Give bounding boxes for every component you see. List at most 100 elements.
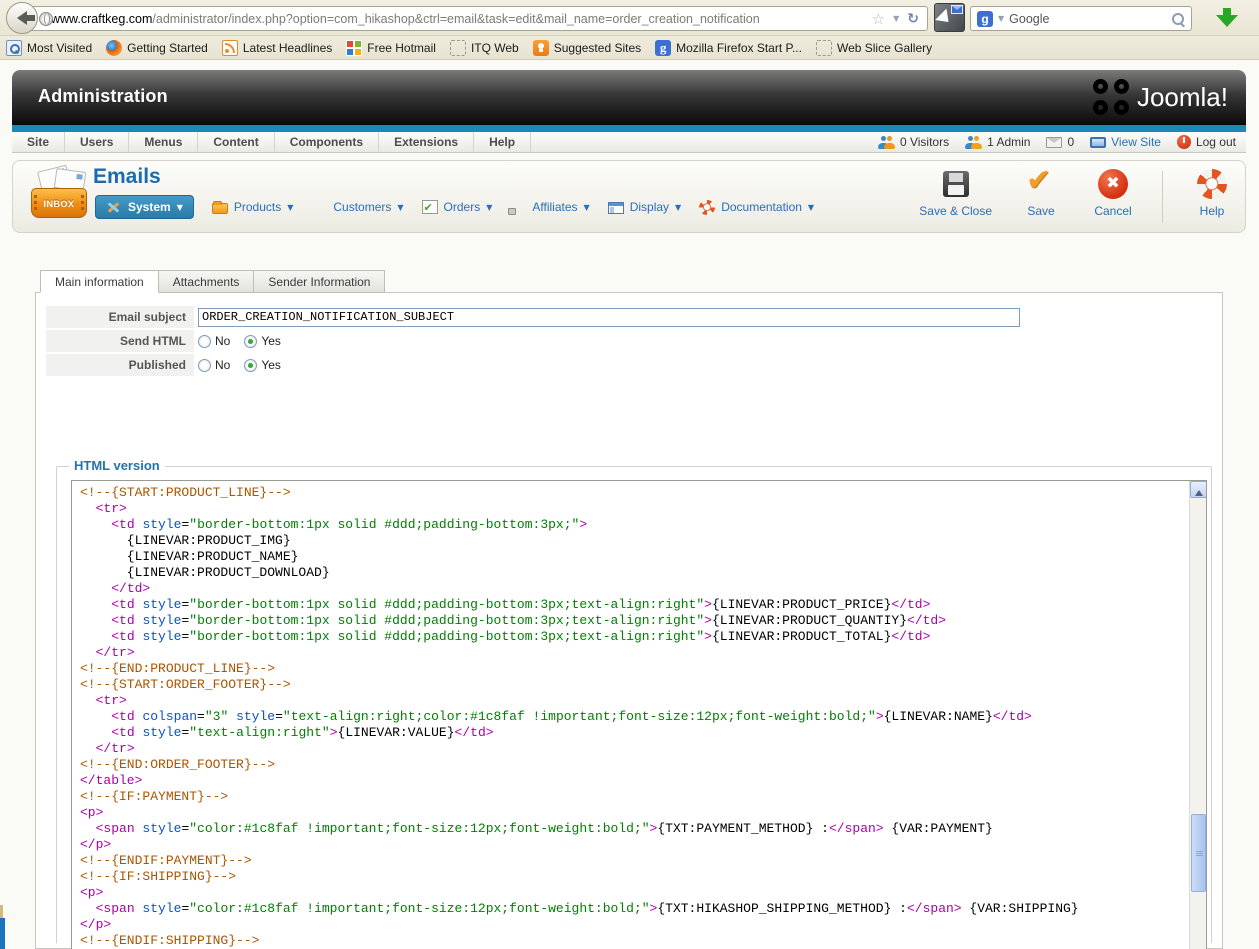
- messages-status[interactable]: 0: [1046, 135, 1074, 149]
- accent-bar: [12, 125, 1246, 132]
- url-history-dropdown-icon[interactable]: ▼: [893, 14, 899, 23]
- scrollbar-thumb[interactable]: [1191, 814, 1206, 892]
- bookmark-free-hotmail[interactable]: Free Hotmail: [346, 40, 436, 56]
- hikashop-menu-label: Customers: [333, 200, 391, 214]
- firefox-icon: [106, 40, 122, 56]
- code-line: </p>: [80, 837, 1189, 853]
- html-code-editor[interactable]: <!--{START:PRODUCT_LINE}--> <tr> <td sty…: [71, 480, 1207, 949]
- tab-attachments[interactable]: Attachments: [159, 270, 255, 293]
- search-box[interactable]: g ▼ Google: [970, 6, 1192, 31]
- menu-item-help[interactable]: Help: [474, 132, 531, 152]
- hikashop-menu-documentation[interactable]: Documentation▼: [699, 200, 814, 215]
- html-version-legend: HTML version: [69, 458, 165, 473]
- menu-item-site[interactable]: Site: [12, 132, 65, 152]
- browser-navigation-bar: www.craftkeg.com/administrator/index.php…: [0, 0, 1259, 36]
- bookmark-itq-web[interactable]: ITQ Web: [450, 40, 519, 56]
- bookmark-getting-started[interactable]: Getting Started: [106, 40, 208, 56]
- bookmark-most-visited[interactable]: Most Visited: [6, 40, 92, 56]
- hikashop-menu-label: Products: [234, 200, 281, 214]
- bookmark-star-icon[interactable]: ☆: [872, 10, 885, 28]
- menu-item-users[interactable]: Users: [65, 132, 129, 152]
- dashed-icon: [816, 40, 832, 56]
- code-line: <td colspan="3" style="text-align:right;…: [80, 709, 1189, 725]
- bookmark-latest-headlines[interactable]: Latest Headlines: [222, 40, 332, 56]
- google-engine-icon[interactable]: g: [977, 11, 993, 27]
- view-site-link[interactable]: View Site: [1090, 135, 1161, 149]
- chevron-down-icon: ▼: [397, 203, 403, 212]
- code-line: <!--{START:PRODUCT_LINE}-->: [80, 485, 1189, 501]
- bookmark-mozilla-firefox-start-p[interactable]: Mozilla Firefox Start P...: [655, 40, 802, 56]
- bookmark-web-slice-gallery[interactable]: Web Slice Gallery: [816, 40, 932, 56]
- downloads-icon[interactable]: [1216, 7, 1238, 29]
- scroll-up-icon[interactable]: [1190, 481, 1207, 498]
- code-editor-content[interactable]: <!--{START:PRODUCT_LINE}--> <tr> <td sty…: [72, 481, 1189, 949]
- most-visited-icon: [6, 40, 22, 56]
- order-icon: [422, 200, 438, 214]
- back-button[interactable]: [6, 2, 38, 34]
- published-no-radio[interactable]: [198, 359, 211, 372]
- send-html-yes-radio[interactable]: [244, 335, 257, 348]
- back-arrow-icon: [10, 11, 27, 25]
- main-information-form: Email subject Send HTML No Yes Published…: [46, 306, 1212, 378]
- engine-dropdown-icon[interactable]: ▼: [998, 14, 1004, 23]
- bookmark-suggested-sites[interactable]: Suggested Sites: [533, 40, 641, 56]
- hikashop-menu-label: System: [128, 200, 171, 214]
- firefox-window: www.craftkeg.com/administrator/index.php…: [0, 0, 1259, 949]
- code-line: <!--{IF:PAYMENT}-->: [80, 789, 1189, 805]
- bookmark-label: Suggested Sites: [554, 41, 641, 55]
- chevron-down-icon: ▼: [486, 203, 492, 212]
- hikashop-menu-customers[interactable]: Customers ▼: [311, 200, 403, 214]
- mail-icon: [1046, 137, 1062, 148]
- hikashop-menu-orders[interactable]: Orders▼: [422, 200, 493, 214]
- code-line: <tr>: [80, 501, 1189, 517]
- hikashop-menu-affiliates[interactable]: Affiliates▼: [510, 200, 589, 214]
- code-line: </tr>: [80, 741, 1189, 757]
- wrench-icon: [106, 200, 122, 214]
- toolbar-divider: [1162, 171, 1163, 223]
- hikashop-menu-system[interactable]: System▼: [95, 195, 194, 219]
- tab-sender-information[interactable]: Sender Information: [254, 270, 385, 293]
- admin-title: Administration: [38, 86, 168, 107]
- published-yes-label: Yes: [261, 358, 281, 372]
- editor-scrollbar[interactable]: [1189, 481, 1206, 949]
- logout-icon: [1177, 135, 1191, 149]
- bookmark-label: Free Hotmail: [367, 41, 436, 55]
- toolbar-button-label: Help: [1200, 204, 1225, 218]
- screenshot-extension-icon[interactable]: [934, 3, 965, 32]
- hikashop-menu-display[interactable]: Display▼: [608, 200, 682, 214]
- tab-main-information[interactable]: Main information: [40, 270, 159, 293]
- code-line: <p>: [80, 885, 1189, 901]
- reload-icon[interactable]: ↻: [907, 11, 919, 27]
- bookmark-label: Getting Started: [127, 41, 208, 55]
- bookmark-label: Web Slice Gallery: [837, 41, 932, 55]
- published-yes-radio[interactable]: [244, 359, 257, 372]
- hikashop-menu: System▼Products▼Customers▼Orders▼Affilia…: [95, 195, 814, 219]
- send-html-label: Send HTML: [46, 330, 194, 352]
- code-line: </table>: [80, 773, 1189, 789]
- bookmark-label: Mozilla Firefox Start P...: [676, 41, 802, 55]
- send-html-no-label: No: [215, 334, 230, 348]
- joomla-logo-icon: [1093, 79, 1129, 115]
- joomla-admin-page: Administration Joomla! SiteUsersMenusCon…: [0, 60, 1259, 949]
- save-button[interactable]: Save: [1018, 169, 1064, 218]
- joomla-logo: Joomla!: [1093, 79, 1228, 115]
- page-header-panel: INBOX Emails System▼Products▼Customers▼O…: [12, 160, 1246, 233]
- menu-item-components[interactable]: Components: [275, 132, 379, 152]
- save-close-button[interactable]: Save & Close: [919, 169, 992, 218]
- envelope-badge-icon: [951, 5, 963, 14]
- help-button[interactable]: Help: [1189, 169, 1235, 218]
- menu-item-content[interactable]: Content: [198, 132, 274, 152]
- search-icon[interactable]: [1171, 12, 1185, 26]
- send-html-no-radio[interactable]: [198, 335, 211, 348]
- logout-link[interactable]: Log out: [1177, 135, 1236, 149]
- menu-item-menus[interactable]: Menus: [129, 132, 198, 152]
- url-bar[interactable]: www.craftkeg.com/administrator/index.php…: [24, 6, 928, 31]
- menu-item-extensions[interactable]: Extensions: [379, 132, 474, 152]
- hikashop-menu-products[interactable]: Products▼: [212, 200, 294, 214]
- code-line: <span style="color:#1c8faf !important;fo…: [80, 901, 1189, 917]
- page-title: Emails: [93, 165, 161, 189]
- code-line: <td style="border-bottom:1px solid #ddd;…: [80, 613, 1189, 629]
- cancel-button[interactable]: Cancel: [1090, 169, 1136, 218]
- code-line: {LINEVAR:PRODUCT_IMG}: [80, 533, 1189, 549]
- email-subject-input[interactable]: [198, 308, 1020, 327]
